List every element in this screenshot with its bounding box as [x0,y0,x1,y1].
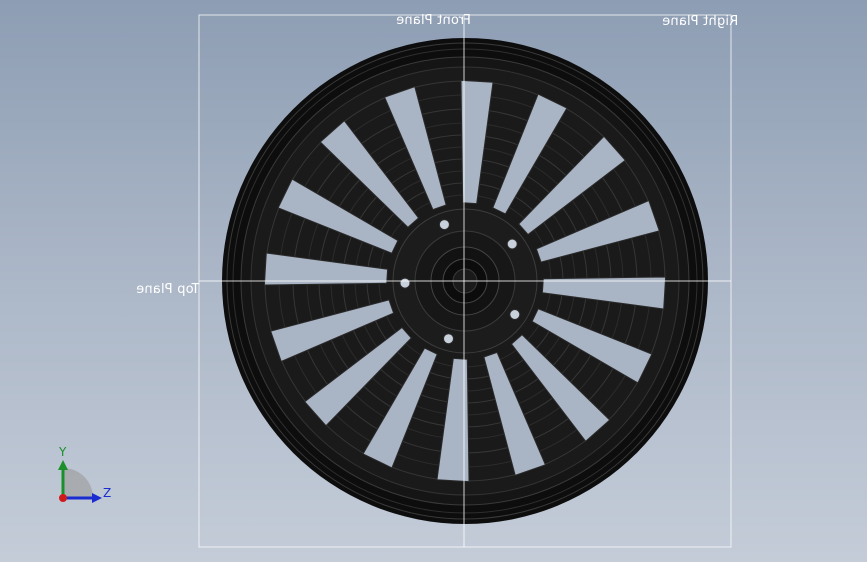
bolt-hole [443,333,454,345]
right-plane-label[interactable]: Right Plane [662,14,738,29]
x-axis-dot-icon [59,494,67,502]
bolt-hole [509,309,521,320]
graphics-viewport[interactable]: Y Z Front Plane Right Plane Top Plane [0,0,867,562]
bolt-hole [438,219,450,231]
y-axis-label: Y [58,445,67,459]
front-plane-label[interactable]: Front Plane [396,13,471,28]
reference-triad: Y Z [58,445,111,503]
triad-arc-icon [63,468,93,498]
bolt-hole [506,238,518,250]
z-axis-label: Z [103,486,111,500]
z-arrow-head-icon [92,493,102,503]
bolt-hole [399,277,411,289]
top-plane-label[interactable]: Top Plane [136,282,200,297]
model-scene[interactable]: Y Z [0,0,867,562]
y-arrow-head-icon [58,460,68,470]
